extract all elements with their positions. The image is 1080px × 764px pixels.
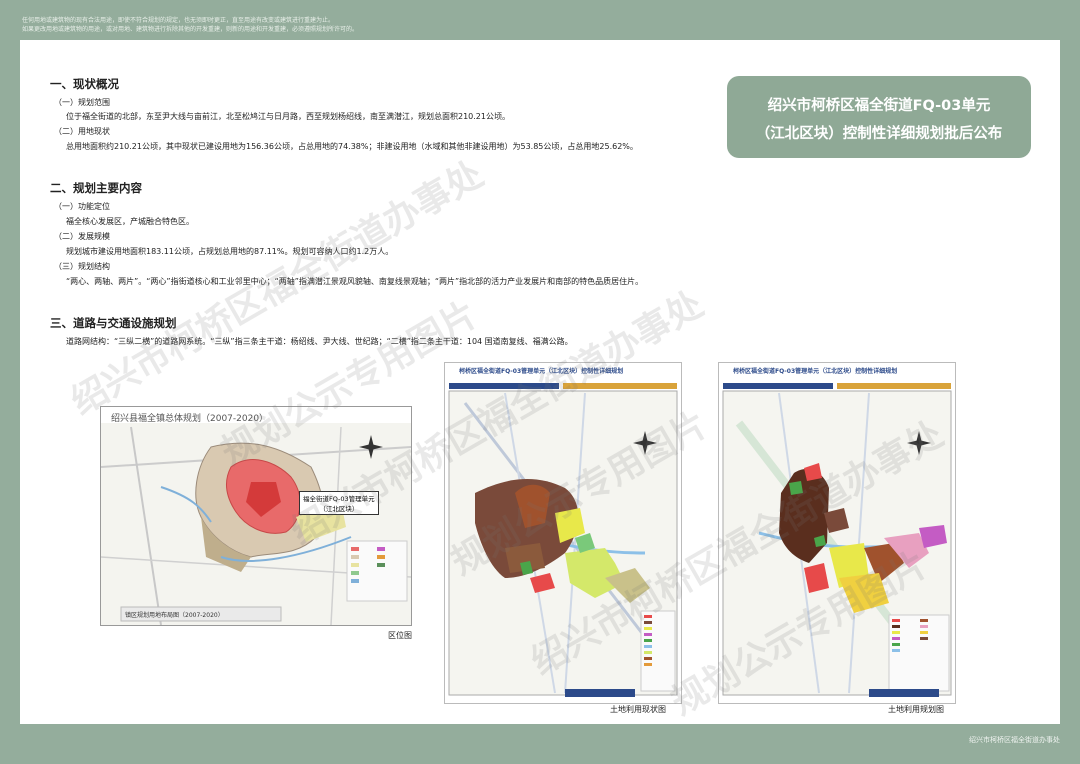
section-2-sub2-text: 规划城市建设用地面积183.11公顷，占规划总用地的87.11%。规划可容纳人口… — [66, 247, 394, 256]
section-1-sub1-text: 位于福全街道的北部，东至尹大线与亩前江，北至松鸠江与日月路，西至规划杨绍线，南至… — [66, 112, 510, 121]
title-line-1: 绍兴市柯桥区福全街道FQ-03单元 — [767, 98, 991, 114]
title-line-2: （江北区块）控制性详细规划批后公布 — [755, 126, 1003, 142]
plan-map-caption: 土地利用规划图 — [888, 705, 944, 714]
section-2-sub3-label: （三）规划结构 — [54, 262, 110, 271]
document-sheet: 一、现状概况 （一）规划范围 位于福全街道的北部，东至尹大线与亩前江，北至松鸠江… — [20, 40, 1060, 724]
section-2-sub1-label: （一）功能定位 — [54, 202, 110, 211]
section-1-title: 一、现状概况 — [50, 77, 119, 91]
unit-callout-line-2: （江北区块） — [319, 505, 359, 513]
section-2-sub3-text: “两心、两轴、两片”。“两心”指街道核心和工业邻里中心；“两轴”指满潜江景观风貌… — [66, 277, 644, 286]
plan-map-graphic — [722, 383, 952, 697]
location-map-graphic — [101, 423, 411, 625]
location-map-legend-title: 镇区规划用地布局图（2007-2020） — [125, 612, 224, 619]
unit-callout: 福全街道FQ-03管理单元 （江北区块） — [299, 491, 379, 515]
location-map: 绍兴县福全镇总体规划（2007-2020） 福全街道FQ-03管理单元 （江北区… — [100, 406, 412, 626]
section-1-sub2-label: （二）用地现状 — [54, 127, 110, 136]
current-map-graphic — [448, 383, 678, 697]
top-note-line-2: 如果更改用地或建筑物的用途，或对用地、建筑物进行拆除其他的开发重建，则新的用途和… — [22, 26, 359, 33]
section-3-title: 三、道路与交通设施规划 — [50, 316, 177, 330]
footer-issuer: 绍兴市柯桥区福全街道办事处 — [969, 736, 1060, 744]
section-2-sub2-label: （二）发展规模 — [54, 232, 110, 241]
unit-callout-line-1: 福全街道FQ-03管理单元 — [303, 495, 375, 503]
section-2-sub1-text: 福全核心发展区，产城融合特色区。 — [66, 217, 194, 226]
section-1-sub1-label: （一）规划范围 — [54, 98, 110, 107]
current-map-caption: 土地利用现状图 — [610, 705, 666, 714]
land-use-plan-map: 柯桥区福全街道FQ-03管理单元（江北区块）控制性详细规划 — [718, 362, 956, 704]
top-note-line-1: 任何用地或建筑物的现有合法用途，即使不符合规划的规定，也无须即时更正，直至用途有… — [22, 17, 335, 24]
top-note: 任何用地或建筑物的现有合法用途，即使不符合规划的规定，也无须即时更正，直至用途有… — [22, 16, 722, 34]
current-land-use-map: 柯桥区福全街道FQ-03管理单元（江北区块）控制性详细规划 — [444, 362, 682, 704]
location-map-caption: 区位图 — [388, 631, 412, 640]
section-3-text: 道路网结构：“三纵二横”的道路网系统。“三纵”指三条主干道：杨绍线、尹大线、世纪… — [66, 337, 573, 346]
section-2-title: 二、规划主要内容 — [50, 181, 142, 195]
section-1-sub2-text: 总用地面积约210.21公顷，其中现状已建设用地为156.36公顷，占总用地的7… — [66, 142, 638, 151]
announcement-title: 绍兴市柯桥区福全街道FQ-03单元 （江北区块）控制性详细规划批后公布 — [727, 76, 1031, 158]
